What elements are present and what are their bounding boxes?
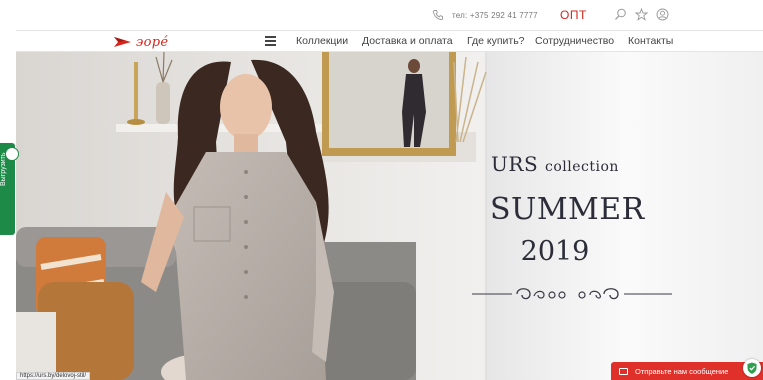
hero-banner[interactable]: URS collection SUMMER 2019: [16, 52, 763, 380]
brand-logo[interactable]: эорé: [113, 32, 168, 52]
decorative-ornament: [472, 288, 672, 300]
search-icon[interactable]: [614, 8, 627, 21]
hero-brand-text: URS: [491, 152, 539, 176]
hamburger-menu-icon[interactable]: [265, 36, 276, 46]
phone-number[interactable]: тел: +375 292 41 7777: [452, 11, 538, 20]
phone-icon: [433, 10, 443, 20]
logo-mark-icon: [114, 37, 131, 47]
hero-photo: [16, 52, 763, 380]
hero-title-year: 2019: [520, 236, 590, 267]
chat-widget-label: Отправьте нам сообщение: [635, 366, 729, 376]
top-utility-bar: тел: +375 292 41 7777 ОПТ: [16, 0, 763, 30]
chat-widget-button[interactable]: Отправьте нам сообщение: [611, 362, 763, 380]
wholesale-link[interactable]: ОПТ: [560, 8, 587, 22]
nav-item-collections[interactable]: Коллекции: [296, 35, 348, 47]
main-navigation: эорé Коллекции Доставка и оплата Где куп…: [16, 30, 763, 52]
shield-icon[interactable]: [743, 359, 761, 377]
hero-collection-text: collection: [545, 159, 619, 175]
user-icon[interactable]: [656, 8, 669, 21]
page: тел: +375 292 41 7777 ОПТ эорé Коллекции…: [16, 0, 763, 380]
star-icon[interactable]: [635, 8, 648, 21]
browser-status-url: https://urs.by/delovoj-stil/: [16, 372, 91, 380]
hero-title-line1: URS collection: [490, 152, 620, 176]
nav-item-delivery[interactable]: Доставка и оплата: [362, 35, 453, 47]
chat-icon: [619, 367, 628, 375]
nav-item-contacts[interactable]: Контакты: [628, 35, 673, 47]
upload-icon[interactable]: [5, 147, 19, 161]
side-tab-label: Выгрузить: [0, 152, 7, 186]
hero-title-season: SUMMER: [490, 192, 645, 227]
logo-text: эорé: [136, 34, 169, 50]
nav-item-cooperation[interactable]: Сотрудничество: [535, 35, 614, 47]
nav-item-where-to-buy[interactable]: Где купить?: [467, 35, 525, 47]
